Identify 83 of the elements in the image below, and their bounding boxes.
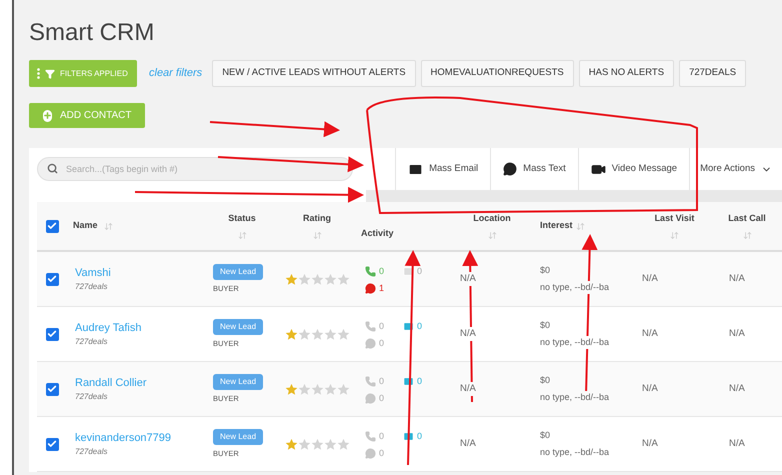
column-header: Interest (540, 219, 573, 232)
last-visit-cell-text: N/A (642, 272, 658, 286)
horizontal-scrollbar[interactable] (366, 190, 782, 202)
saved-filter-button[interactable]: NEW / ACTIVE LEADS WITHOUT ALERTS (212, 60, 416, 87)
location-cell: N/A (460, 326, 476, 342)
status-badge: New Lead (213, 428, 264, 445)
interest-price: $0 (540, 429, 550, 442)
column-header: Rating (303, 212, 331, 225)
checkbox[interactable] (46, 382, 58, 396)
phone-icon (365, 376, 376, 387)
phone-icon (365, 266, 376, 277)
saved-filter-button[interactable]: 727DEALS (679, 60, 746, 87)
contact-source: 727deals (75, 336, 108, 348)
column-header: Name (73, 219, 98, 232)
activity-count: 0 (379, 320, 384, 332)
last-call-cell-text: N/A (729, 382, 745, 396)
last-visit-cell-text: N/A (642, 436, 658, 451)
last-call-cell-text: N/A (729, 436, 745, 451)
search-icon (47, 163, 58, 174)
sort-icon[interactable] (576, 222, 585, 230)
filled-star-icon (285, 328, 298, 340)
interest-detail: no type, --bd/--ba (540, 280, 610, 294)
column-header: Location (473, 212, 511, 225)
column-header: Last Visit (654, 212, 694, 225)
last-visit-cell-text: N/A (642, 382, 658, 396)
activity-count: 0 (379, 337, 384, 350)
checkbox[interactable] (46, 272, 58, 286)
activity-count: 0 (417, 374, 422, 388)
activity-count: 1 (379, 282, 384, 295)
vertical-dots-icon (37, 68, 40, 79)
interest-price: $0 (540, 264, 550, 277)
text-icon (365, 283, 376, 294)
column-header: Last Call (728, 212, 766, 225)
text-icon (365, 448, 376, 460)
column-header: Activity (361, 226, 394, 240)
activity-count: 0 (379, 447, 384, 460)
contact-source: 727deals (75, 281, 108, 294)
search-field[interactable]: Search...(Tags begin with #) (37, 157, 354, 181)
filled-star-icon (285, 382, 298, 396)
sort-icon[interactable] (488, 231, 496, 240)
activity-count: 0 (379, 392, 384, 405)
checkbox[interactable] (46, 438, 58, 450)
column-header: Status (228, 212, 256, 225)
contact-source: 727deals (75, 446, 108, 458)
sort-icon[interactable] (238, 231, 246, 240)
interest-detail: no type, --bd/--ba (540, 336, 610, 349)
activity-count: 0 (379, 374, 384, 388)
activity-count: 0 (379, 264, 384, 278)
interest-price: $0 (540, 319, 550, 332)
interest-detail: no type, --bd/--ba (540, 390, 610, 404)
checkbox[interactable] (46, 220, 58, 232)
text-icon (365, 393, 376, 404)
location-cell: N/A (460, 272, 476, 286)
activity-count: 0 (417, 430, 422, 442)
saved-filter-button[interactable]: HAS NO ALERTS (578, 60, 674, 87)
filled-star-icon (285, 272, 298, 286)
location-cell: N/A (460, 382, 476, 396)
contact-source: 727deals (75, 391, 108, 404)
interest-detail: no type, --bd/--ba (540, 446, 610, 459)
activity-count: 0 (417, 320, 422, 332)
sort-icon[interactable] (742, 231, 752, 240)
page-title: Smart CRM (29, 18, 154, 48)
status-badge: New Lead (213, 374, 264, 390)
last-call-cell-text: N/A (729, 272, 745, 286)
saved-filter-button[interactable]: HOMEVALUATIONREQUESTS (420, 60, 574, 87)
phone-icon (365, 430, 376, 442)
sort-icon[interactable] (104, 222, 113, 230)
chat-bubble-icon (503, 162, 518, 176)
last-visit-cell-text: N/A (642, 326, 658, 341)
status-badge: New Lead (213, 264, 264, 280)
sort-icon[interactable] (312, 231, 322, 240)
sort-icon[interactable] (670, 231, 679, 240)
filled-star-icon (285, 438, 298, 450)
more-actions-menu[interactable]: More Actions (690, 148, 782, 190)
activity-count: 0 (417, 264, 422, 278)
filter-icon (45, 68, 55, 78)
activity-count: 0 (379, 430, 384, 442)
interest-price: $0 (540, 374, 550, 387)
status-badge: New Lead (213, 318, 264, 335)
last-call-cell-text: N/A (729, 326, 745, 341)
phone-icon (365, 320, 376, 332)
text-icon (365, 338, 376, 350)
checkbox[interactable] (46, 328, 58, 340)
